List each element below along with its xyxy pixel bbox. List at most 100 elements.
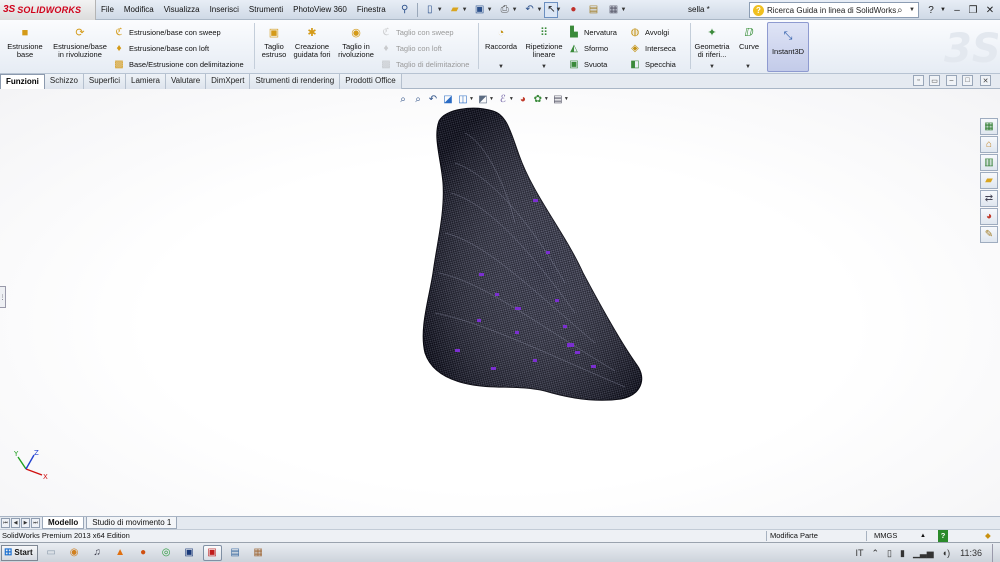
next-tab-icon[interactable]: ▶ (21, 518, 30, 528)
chevron-down-icon[interactable]: ▼ (489, 96, 494, 102)
show-desktop-button[interactable] (992, 544, 1000, 562)
sformo-button[interactable]: ◭ Sformo (568, 42, 608, 54)
zoom-to-fit-icon[interactable]: ⌕ (397, 93, 409, 105)
tab-schizzo[interactable]: Schizzo (44, 74, 84, 89)
firefox-taskbar-icon[interactable]: ● (134, 545, 153, 561)
solidworks-resources-icon[interactable]: ▦ (980, 118, 998, 135)
chevron-down-icon[interactable]: ▼ (469, 96, 474, 102)
tab-modello[interactable]: Modello (42, 517, 85, 529)
taglio-sweep-button[interactable]: ℭ Taglio con sweep (380, 26, 453, 38)
instant3d-button[interactable]: ⤡ Instant3D (767, 22, 809, 72)
estrusione-sweep-button[interactable]: ℭ Estrusione/base con sweep (113, 26, 220, 38)
curve-button[interactable]: ⅅ Curve (736, 24, 762, 51)
folder-icon[interactable]: ▰ (980, 172, 998, 189)
menu-photoview[interactable]: PhotoView 360 (288, 0, 352, 20)
menu-strumenti[interactable]: Strumenti (244, 0, 288, 20)
raccorda-button[interactable]: ◔ Raccorda (482, 24, 520, 51)
pin-icon[interactable]: ⚲ (395, 2, 415, 18)
chevron-down-icon[interactable]: ▼ (909, 7, 918, 13)
feature-manager-toggle[interactable]: ⋮ (0, 286, 6, 308)
solidworks-logo[interactable]: 3S SOLIDWORKS (0, 0, 96, 20)
show-hidden-icons-icon[interactable]: ⌃ (871, 548, 879, 559)
clock-text[interactable]: 11:36 (960, 548, 982, 558)
status-help-icon[interactable]: ? (938, 530, 948, 542)
last-tab-icon[interactable]: ⏭ (31, 518, 40, 528)
photoshop-taskbar-icon[interactable]: ▣ (180, 545, 199, 561)
taglio-estruso-button[interactable]: ▣ Taglio estruso (258, 24, 290, 59)
help-search-input[interactable]: Ricerca Guida in linea di SolidWorks (767, 6, 897, 15)
search-icon[interactable]: ⌕ (897, 5, 909, 16)
appearances-icon[interactable]: ◕ (980, 208, 998, 225)
close-icon[interactable]: ✕ (980, 75, 991, 86)
chevron-down-icon[interactable]: ▼ (462, 7, 468, 13)
estrusione-base-button[interactable]: ■ Estrusione base (4, 24, 46, 59)
taglio-delimitazione-button[interactable]: ▩ Taglio di delimitazione (380, 58, 469, 70)
chevron-down-icon[interactable]: ▼ (498, 64, 504, 70)
units-text[interactable]: MMGS (874, 530, 897, 542)
chevron-down-icon[interactable]: ▼ (555, 7, 561, 13)
battery-icon[interactable]: ▮ (900, 548, 905, 559)
picture-viewer-taskbar-icon[interactable]: ▤ (226, 545, 245, 561)
menu-finestra[interactable]: Finestra (352, 0, 391, 20)
interseca-button[interactable]: ◈ Interseca (629, 42, 676, 54)
previous-tab-icon[interactable]: ◀ (11, 518, 20, 528)
language-indicator[interactable]: IT (855, 548, 863, 558)
menu-file[interactable]: File (96, 0, 119, 20)
solidworks-taskbar-icon[interactable]: ▣ (202, 544, 222, 561)
taglio-rivoluzione-button[interactable]: ◉ Taglio in rivoluzione (335, 24, 377, 59)
rebuild-status-icon[interactable]: ◆ (985, 530, 991, 542)
signal-icon[interactable]: ▁▃▅ (913, 548, 934, 559)
chevron-down-icon[interactable]: ▼ (709, 64, 715, 70)
help-search-box[interactable]: ? Ricerca Guida in linea di SolidWorks ⌕… (749, 2, 919, 18)
menu-inserisci[interactable]: Inserisci (205, 0, 244, 20)
design-library-icon[interactable]: ⌂ (980, 136, 998, 153)
explorer-taskbar-icon[interactable]: ▭ (42, 545, 61, 561)
chevron-down-icon[interactable]: ▼ (487, 7, 493, 13)
start-button[interactable]: ⊞ Start (1, 544, 38, 561)
chevron-down-icon[interactable]: ▼ (544, 96, 549, 102)
saddle-mesh-model[interactable] (415, 103, 655, 413)
media-player-taskbar-icon[interactable]: ◉ (65, 545, 84, 561)
volume-icon[interactable]: ◖) (942, 548, 950, 558)
network-icon[interactable]: ▯ (887, 548, 892, 559)
menu-modifica[interactable]: Modifica (119, 0, 159, 20)
base-delimitazione-button[interactable]: ▩ Base/Estrusione con delimitazione (113, 58, 243, 70)
view-palette-icon[interactable]: ⇄ (980, 190, 998, 207)
minimize-icon[interactable]: – (950, 2, 964, 18)
restore-icon[interactable]: ▫ (913, 75, 924, 86)
chevron-down-icon[interactable]: ▼ (509, 96, 514, 102)
chevron-down-icon[interactable]: ▼ (745, 64, 751, 70)
file-explorer-icon[interactable]: ▥ (980, 154, 998, 171)
estrusione-rivoluzione-button[interactable]: ⟳ Estrusione/base in rivoluzione (50, 24, 110, 59)
chevron-down-icon[interactable]: ▼ (512, 7, 518, 13)
restore-icon[interactable]: ❐ (966, 2, 980, 18)
graphics-area[interactable]: ⌕ ⌕ ↶ ◪ ◫ ▼ ◩ ▼ ℰ ▼ ◕ ✿ ▼ ▤ ▼ ⋮ X Y Z ▦ … (0, 89, 1000, 516)
tab-lamiera[interactable]: Lamiera (126, 74, 166, 89)
vlc-taskbar-icon[interactable]: ▲ (111, 545, 130, 561)
tab-dimxpert[interactable]: DimXpert (206, 74, 251, 89)
headphones-taskbar-icon[interactable]: ♫ (88, 545, 107, 561)
estrusione-loft-button[interactable]: ♦ Estrusione/base con loft (113, 42, 209, 54)
chevron-down-icon[interactable]: ▼ (620, 7, 626, 13)
minimize-icon[interactable]: – (946, 75, 957, 86)
tab-strumenti-rendering[interactable]: Strumenti di rendering (250, 74, 341, 89)
custom-properties-icon[interactable]: ✎ (980, 226, 998, 243)
specchia-button[interactable]: ◧ Specchia (629, 58, 676, 70)
taglio-loft-button[interactable]: ♦ Taglio con loft (380, 42, 441, 54)
chevron-down-icon[interactable]: ▼ (564, 96, 569, 102)
creazione-fori-button[interactable]: ✱ Creazione guidata fori (292, 24, 332, 59)
chevron-down-icon[interactable]: ▼ (541, 64, 547, 70)
ripetizione-lineare-button[interactable]: ⠿ Ripetizione lineare (522, 24, 566, 59)
tab-superfici[interactable]: Superfici (83, 74, 127, 89)
close-icon[interactable]: ✕ (983, 2, 997, 18)
avvolgi-button[interactable]: ◍ Avvolgi (629, 26, 669, 38)
chevron-down-icon[interactable]: ▼ (437, 7, 443, 13)
geometria-riferimento-button[interactable]: ✦ Geometria di riferi... (692, 24, 732, 59)
tab-prodotti-office[interactable]: Prodotti Office (340, 74, 402, 89)
svuota-button[interactable]: ▣ Svuota (568, 58, 607, 70)
tab-valutare[interactable]: Valutare (165, 74, 207, 89)
chevron-up-icon[interactable]: ▲ (920, 530, 926, 542)
nervatura-button[interactable]: ▙ Nervatura (568, 26, 617, 38)
first-tab-icon[interactable]: ⏮ (1, 518, 10, 528)
rebuild-traffic-light-icon[interactable]: ● (563, 2, 583, 18)
